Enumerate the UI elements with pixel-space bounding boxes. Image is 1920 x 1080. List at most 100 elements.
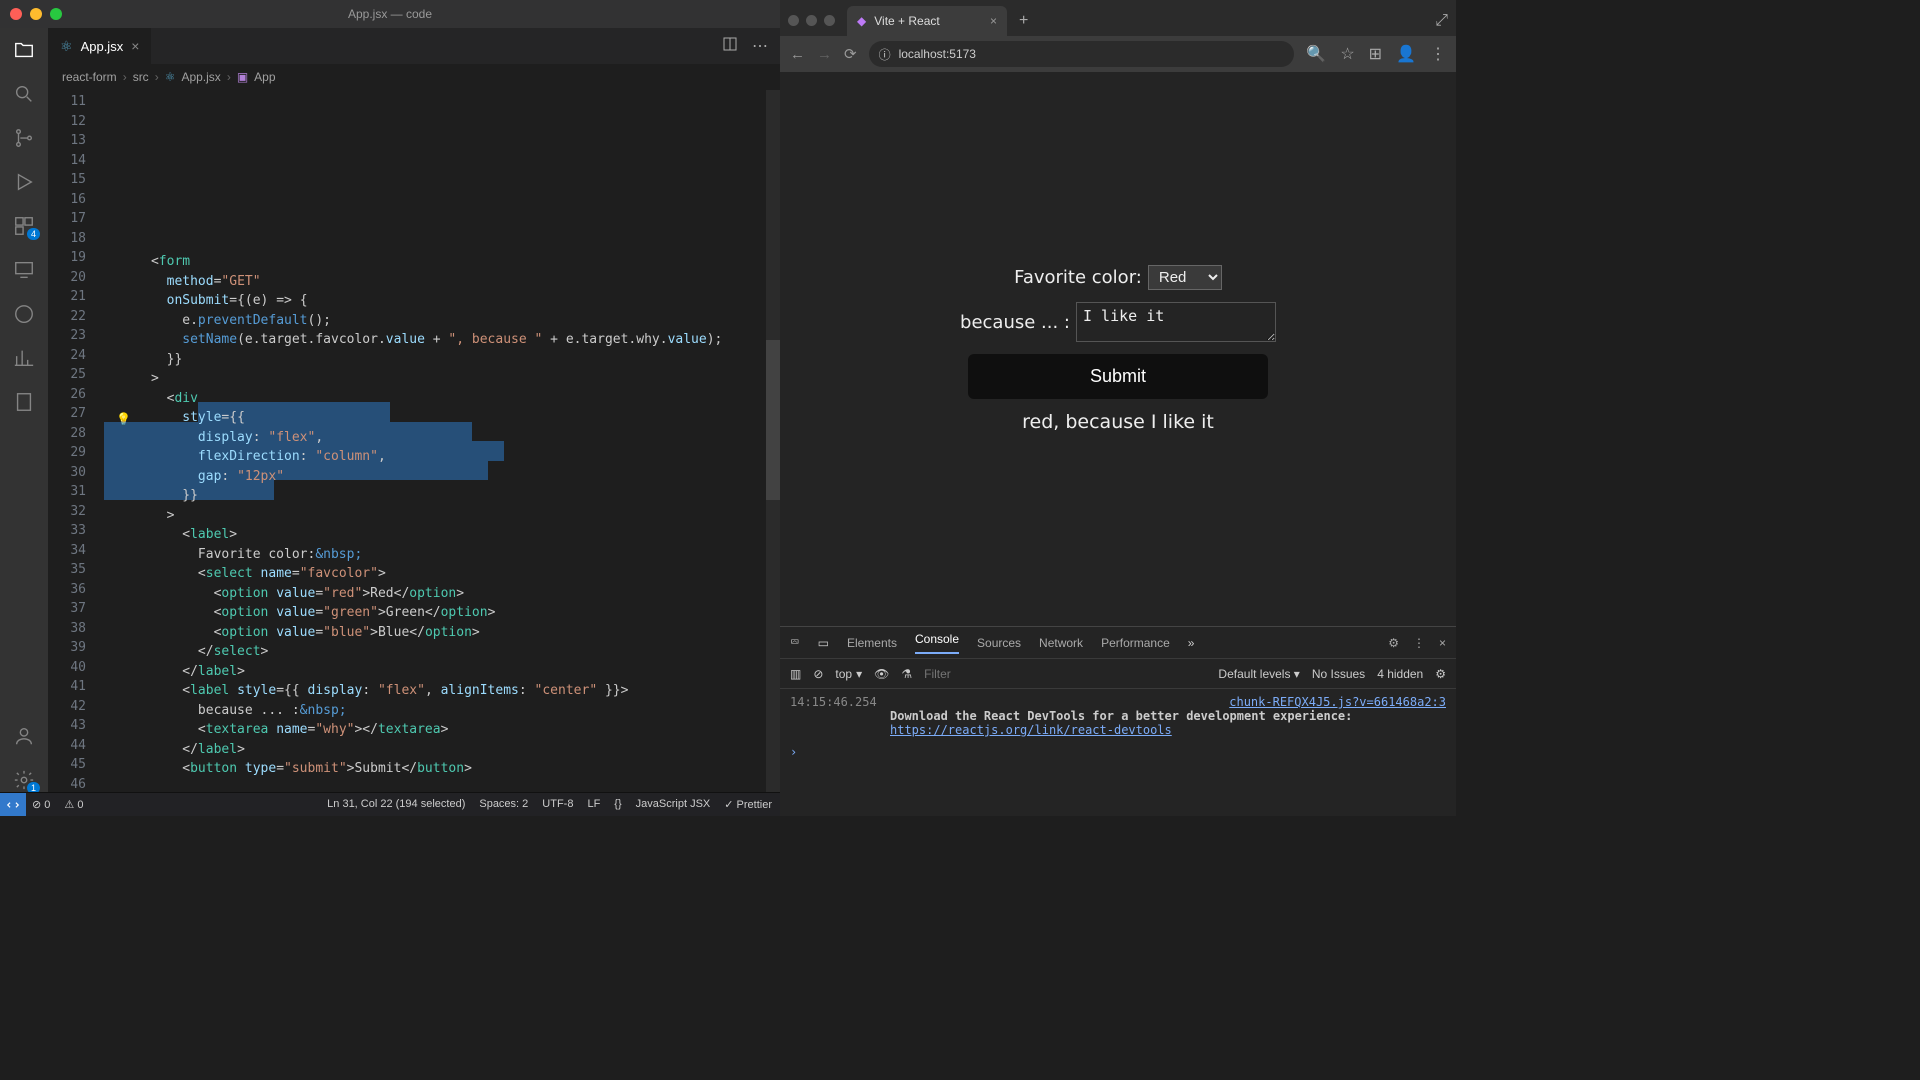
code-editor[interactable]: 💡 11121314151617181920212223242526272829… <box>48 90 780 792</box>
mac-traffic-lights[interactable] <box>788 15 835 26</box>
run-debug-icon[interactable] <box>12 170 36 194</box>
chart-icon[interactable] <box>12 346 36 370</box>
close-tab-icon[interactable]: × <box>131 38 139 54</box>
breadcrumb-item[interactable]: App.jsx <box>181 70 220 84</box>
new-tab-button[interactable]: + <box>1011 12 1036 30</box>
code-content[interactable]: <form method="GET" onSubmit={(e) => { e.… <box>104 90 780 792</box>
bookmark-icon[interactable] <box>12 390 36 414</box>
log-timestamp: 14:15:46.254 <box>790 695 877 709</box>
console-sidebar-icon[interactable]: ▥ <box>790 667 801 681</box>
tab-sources[interactable]: Sources <box>977 636 1021 650</box>
activity-bar: 4 1 <box>0 28 48 792</box>
extensions-icon[interactable]: ⊞ <box>1369 44 1382 64</box>
extensions-icon[interactable]: 4 <box>12 214 36 238</box>
status-encoding[interactable]: UTF-8 <box>542 798 573 811</box>
status-errors[interactable]: ⊘ 0 <box>32 798 50 811</box>
breadcrumb-item[interactable]: src <box>133 70 149 84</box>
devtools-menu-icon[interactable]: ⋮ <box>1413 636 1425 650</box>
titlebar: App.jsx — code <box>0 0 780 28</box>
editor-tabs: ⚛ App.jsx × ⋯ <box>48 28 780 64</box>
status-lang[interactable]: JavaScript JSX <box>636 798 711 811</box>
reload-button[interactable]: ⟳ <box>844 45 857 63</box>
maximize-window-icon[interactable] <box>50 8 62 20</box>
log-message: Download the React DevTools for a better… <box>890 709 1446 723</box>
profile-icon[interactable]: 👤 <box>1396 44 1416 64</box>
menu-icon[interactable]: ⋮ <box>1430 44 1446 64</box>
window-title: App.jsx — code <box>348 7 432 21</box>
devtools-settings-icon[interactable]: ⚙ <box>1388 636 1399 650</box>
minimize-window-icon[interactable] <box>30 8 42 20</box>
log-levels-selector[interactable]: Default levels ▾ <box>1218 667 1299 681</box>
tab-performance[interactable]: Performance <box>1101 636 1170 650</box>
breadcrumb[interactable]: react-form› src› ⚛App.jsx› ▣App <box>48 64 780 90</box>
console-toolbar: ▥ ⊘ top ▾ 👁 ⚗ Default levels ▾ No Issues… <box>780 659 1456 689</box>
browser-toolbar: ← → ⟳ ⓘ localhost:5173 🔍 ☆ ⊞ 👤 ⋮ <box>780 36 1456 72</box>
split-editor-icon[interactable] <box>722 36 738 57</box>
devtools-tabs: ⮹ ▭ Elements Console Sources Network Per… <box>780 627 1456 659</box>
expand-icon[interactable]: ⤢ <box>1435 12 1448 30</box>
issues-count[interactable]: No Issues <box>1312 667 1365 681</box>
search-icon[interactable] <box>12 82 36 106</box>
devtools-close-icon[interactable]: × <box>1439 636 1446 650</box>
favorite-color-label: Favorite color: <box>1014 267 1142 288</box>
remote-indicator[interactable] <box>0 793 26 816</box>
browser-window: ◆ Vite + React × + ⤢ ← → ⟳ ⓘ localhost:5… <box>780 0 1456 816</box>
status-braces-icon[interactable]: {} <box>614 798 621 811</box>
status-warnings[interactable]: ⚠ 0 <box>64 798 83 811</box>
devtools-panel: ⮹ ▭ Elements Console Sources Network Per… <box>780 626 1456 816</box>
line-number-gutter: 1112131415161718192021222324252627282930… <box>48 90 104 792</box>
tab-title: Vite + React <box>874 14 939 28</box>
settings-gear-icon[interactable]: 1 <box>12 768 36 792</box>
clear-console-icon[interactable]: ⊘ <box>813 667 823 681</box>
tab-actions: ⋯ <box>722 36 780 57</box>
close-window-icon[interactable] <box>10 8 22 20</box>
lightbulb-icon[interactable]: 💡 <box>116 409 131 429</box>
status-eol[interactable]: LF <box>587 798 600 811</box>
status-spaces[interactable]: Spaces: 2 <box>479 798 528 811</box>
tab-app-jsx[interactable]: ⚛ App.jsx × <box>48 28 151 64</box>
site-info-icon[interactable]: ⓘ <box>879 46 891 63</box>
filter-icon: ⚗ <box>901 667 912 681</box>
filter-input[interactable] <box>924 667 1079 681</box>
console-output[interactable]: 14:15:46.254 chunk-REFQX4J5.js?v=661468a… <box>780 689 1456 816</box>
log-source-link[interactable]: chunk-REFQX4J5.js?v=661468a2:3 <box>1229 695 1446 709</box>
status-cursor[interactable]: Ln 31, Col 22 (194 selected) <box>327 798 465 811</box>
testing-icon[interactable] <box>12 302 36 326</box>
favorite-color-select[interactable]: Red <box>1148 265 1222 290</box>
browser-tabstrip: ◆ Vite + React × + ⤢ <box>780 0 1456 36</box>
log-link[interactable]: https://reactjs.org/link/react-devtools <box>890 723 1446 737</box>
explorer-icon[interactable] <box>12 38 36 62</box>
account-icon[interactable] <box>12 724 36 748</box>
submit-button[interactable]: Submit <box>968 354 1268 399</box>
tab-console[interactable]: Console <box>915 632 959 654</box>
output-text: red, because I like it <box>1022 411 1214 433</box>
browser-tab[interactable]: ◆ Vite + React × <box>847 6 1007 36</box>
breadcrumb-item[interactable]: App <box>254 70 275 84</box>
minimap[interactable] <box>766 90 780 792</box>
demo-form: Favorite color: Red because ... : I like… <box>960 265 1276 433</box>
hidden-count[interactable]: 4 hidden <box>1377 667 1423 681</box>
why-textarea[interactable]: I like it <box>1076 302 1276 342</box>
more-actions-icon[interactable]: ⋯ <box>752 36 768 57</box>
context-selector[interactable]: top ▾ <box>835 667 862 681</box>
source-control-icon[interactable] <box>12 126 36 150</box>
tab-network[interactable]: Network <box>1039 636 1083 650</box>
console-prompt[interactable]: › <box>790 745 1446 759</box>
settings-badge: 1 <box>27 782 40 792</box>
device-toolbar-icon[interactable]: ▭ <box>818 636 829 650</box>
inspect-element-icon[interactable]: ⮹ <box>790 635 800 650</box>
back-button[interactable]: ← <box>790 46 805 63</box>
console-settings-icon[interactable]: ⚙ <box>1435 667 1446 681</box>
status-prettier[interactable]: ✓ Prettier <box>724 798 772 811</box>
live-expression-icon[interactable]: 👁 <box>874 667 889 681</box>
forward-button[interactable]: → <box>817 46 832 63</box>
bookmark-star-icon[interactable]: ☆ <box>1340 44 1354 64</box>
more-tabs-icon[interactable]: » <box>1188 636 1195 650</box>
address-bar[interactable]: ⓘ localhost:5173 <box>869 41 1295 67</box>
breadcrumb-item[interactable]: react-form <box>62 70 117 84</box>
mac-traffic-lights[interactable] <box>10 8 62 20</box>
close-tab-icon[interactable]: × <box>990 14 997 28</box>
tab-elements[interactable]: Elements <box>847 636 897 650</box>
remote-explorer-icon[interactable] <box>12 258 36 282</box>
zoom-icon[interactable]: 🔍 <box>1306 44 1326 64</box>
